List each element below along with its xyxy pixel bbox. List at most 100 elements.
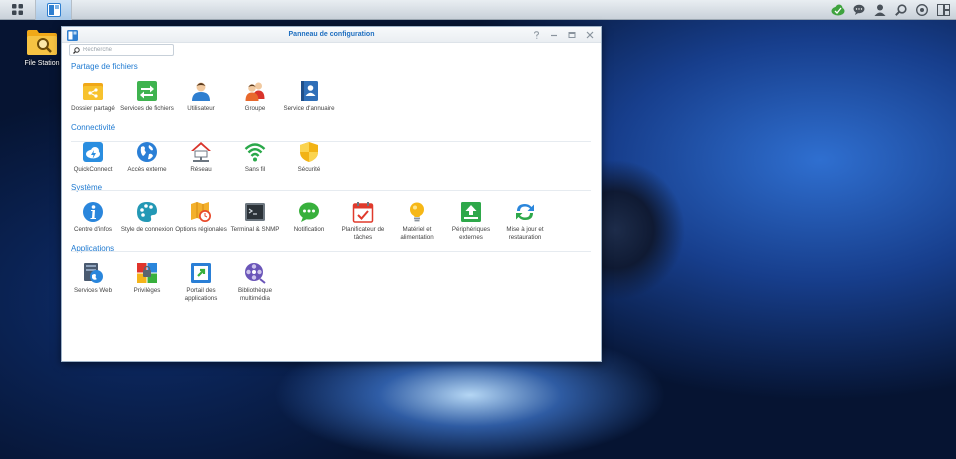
item-label: Sans fil bbox=[244, 166, 266, 173]
item-label: Dossier partagé bbox=[71, 105, 115, 112]
item-task-scheduler[interactable]: Planificateur de tâches bbox=[336, 201, 390, 241]
help-button[interactable] bbox=[531, 30, 541, 40]
grid-icon bbox=[12, 4, 23, 15]
regional-options-icon bbox=[191, 202, 211, 222]
item-external-access[interactable]: Accès externe bbox=[120, 141, 174, 174]
maximize-button[interactable] bbox=[567, 30, 577, 40]
item-web-services[interactable]: Services Web bbox=[66, 262, 120, 302]
item-application-portal[interactable]: Portail des applications bbox=[174, 262, 228, 302]
sync-status-icon[interactable] bbox=[831, 3, 845, 17]
section-connectivity-items: QuickConnect Accès externe Réseau Sans f… bbox=[66, 141, 336, 174]
external-devices-icon bbox=[461, 202, 481, 222]
search-icon bbox=[73, 46, 80, 54]
item-label: Services Web bbox=[73, 287, 113, 294]
group-icon bbox=[245, 82, 265, 101]
item-label: QuickConnect bbox=[73, 166, 113, 173]
item-label: Service d'annuaire bbox=[283, 105, 335, 112]
control-panel-window: Panneau de configuration Partage de fich… bbox=[61, 26, 602, 362]
help-icon bbox=[533, 31, 539, 39]
hardware-power-icon bbox=[410, 202, 424, 222]
item-privileges[interactable]: Privilèges bbox=[120, 262, 174, 302]
item-label: Matériel et alimentation bbox=[400, 226, 434, 241]
terminal-icon bbox=[245, 203, 265, 221]
section-title: Partage de fichiers bbox=[71, 62, 138, 71]
section-divider bbox=[71, 251, 591, 252]
item-update-restore[interactable]: Mise à jour et restauration bbox=[498, 201, 552, 241]
control-panel-icon bbox=[46, 2, 61, 17]
taskbar bbox=[0, 0, 956, 20]
item-user[interactable]: Utilisateur bbox=[174, 80, 228, 113]
wireless-icon bbox=[244, 143, 266, 162]
item-label: Options régionales bbox=[175, 226, 227, 233]
item-wireless[interactable]: Sans fil bbox=[228, 141, 282, 174]
item-label: Planificateur de tâches bbox=[341, 226, 385, 241]
item-terminal-snmp[interactable]: Terminal & SNMP bbox=[228, 201, 282, 241]
desktop-shortcut-file-station[interactable]: File Station bbox=[20, 28, 64, 67]
close-icon bbox=[586, 31, 594, 39]
item-hardware-power[interactable]: Matériel et alimentation bbox=[390, 201, 444, 241]
item-label: Réseau bbox=[190, 166, 212, 173]
section-divider bbox=[71, 190, 591, 191]
security-icon bbox=[300, 142, 318, 162]
window-title: Panneau de configuration bbox=[288, 31, 375, 38]
search-box[interactable] bbox=[69, 44, 174, 56]
desktop-shortcut-label: File Station bbox=[24, 60, 60, 67]
close-button[interactable] bbox=[585, 30, 595, 40]
item-notification[interactable]: Notification bbox=[282, 201, 336, 241]
item-external-devices[interactable]: Périphériques externes bbox=[444, 201, 498, 241]
section-applications: Applications bbox=[71, 244, 591, 253]
messages-icon[interactable] bbox=[852, 3, 866, 17]
item-login-style[interactable]: Style de connexion bbox=[120, 201, 174, 241]
section-system-items: Centre d'infos Style de connexion Option… bbox=[66, 201, 552, 241]
task-scheduler-icon bbox=[352, 202, 374, 223]
section-file-sharing: Partage de fichiers bbox=[71, 62, 591, 71]
item-quickconnect[interactable]: QuickConnect bbox=[66, 141, 120, 174]
search-input[interactable] bbox=[83, 47, 173, 53]
item-label: Périphériques externes bbox=[451, 226, 491, 241]
network-icon bbox=[191, 142, 211, 162]
item-media-library[interactable]: Bibliothèque multimédia bbox=[228, 262, 282, 302]
item-label: Terminal & SNMP bbox=[230, 226, 280, 233]
main-menu-button[interactable] bbox=[0, 0, 36, 20]
file-station-icon bbox=[27, 30, 57, 55]
item-label: Sécurité bbox=[297, 166, 321, 173]
item-info-center[interactable]: Centre d'infos bbox=[66, 201, 120, 241]
application-portal-icon bbox=[191, 263, 211, 283]
privileges-icon bbox=[137, 263, 157, 283]
quickconnect-icon bbox=[83, 142, 103, 162]
notification-icon bbox=[299, 202, 319, 222]
shared-folder-icon bbox=[83, 83, 103, 100]
item-file-services[interactable]: Services de fichiers bbox=[120, 80, 174, 113]
item-label: Groupe bbox=[244, 105, 266, 112]
section-connectivity: Connectivité bbox=[71, 123, 591, 142]
directory-service-icon bbox=[301, 81, 318, 101]
item-group[interactable]: Groupe bbox=[228, 80, 282, 113]
item-label: Portail des applications bbox=[184, 287, 218, 302]
file-services-icon bbox=[137, 81, 157, 101]
item-label: Bibliothèque multimédia bbox=[237, 287, 273, 302]
windows-overview-icon[interactable] bbox=[936, 3, 950, 17]
web-services-icon bbox=[84, 263, 103, 283]
section-applications-items: Services Web Privilèges Portail des appl… bbox=[66, 262, 282, 302]
item-label: Services de fichiers bbox=[120, 105, 174, 112]
widgets-icon[interactable] bbox=[915, 3, 929, 17]
taskbar-control-panel-button[interactable] bbox=[36, 0, 72, 20]
item-security[interactable]: Sécurité bbox=[282, 141, 336, 174]
minimize-button[interactable] bbox=[549, 30, 559, 40]
maximize-icon bbox=[568, 32, 576, 38]
section-file-sharing-items: Dossier partagé Services de fichiers Uti… bbox=[66, 80, 336, 113]
item-network[interactable]: Réseau bbox=[174, 141, 228, 174]
login-style-icon bbox=[137, 202, 157, 222]
item-directory-service[interactable]: Service d'annuaire bbox=[282, 80, 336, 113]
item-label: Notification bbox=[293, 226, 325, 233]
window-titlebar[interactable]: Panneau de configuration bbox=[62, 27, 601, 43]
item-label: Centre d'infos bbox=[74, 226, 112, 233]
user-icon bbox=[192, 82, 210, 101]
item-label: Accès externe bbox=[127, 166, 167, 173]
info-center-icon bbox=[83, 202, 103, 222]
item-regional-options[interactable]: Options régionales bbox=[174, 201, 228, 241]
item-shared-folder[interactable]: Dossier partagé bbox=[66, 80, 120, 113]
user-menu-icon[interactable] bbox=[873, 3, 887, 17]
item-label: Privilèges bbox=[133, 287, 161, 294]
search-icon[interactable] bbox=[894, 3, 908, 17]
